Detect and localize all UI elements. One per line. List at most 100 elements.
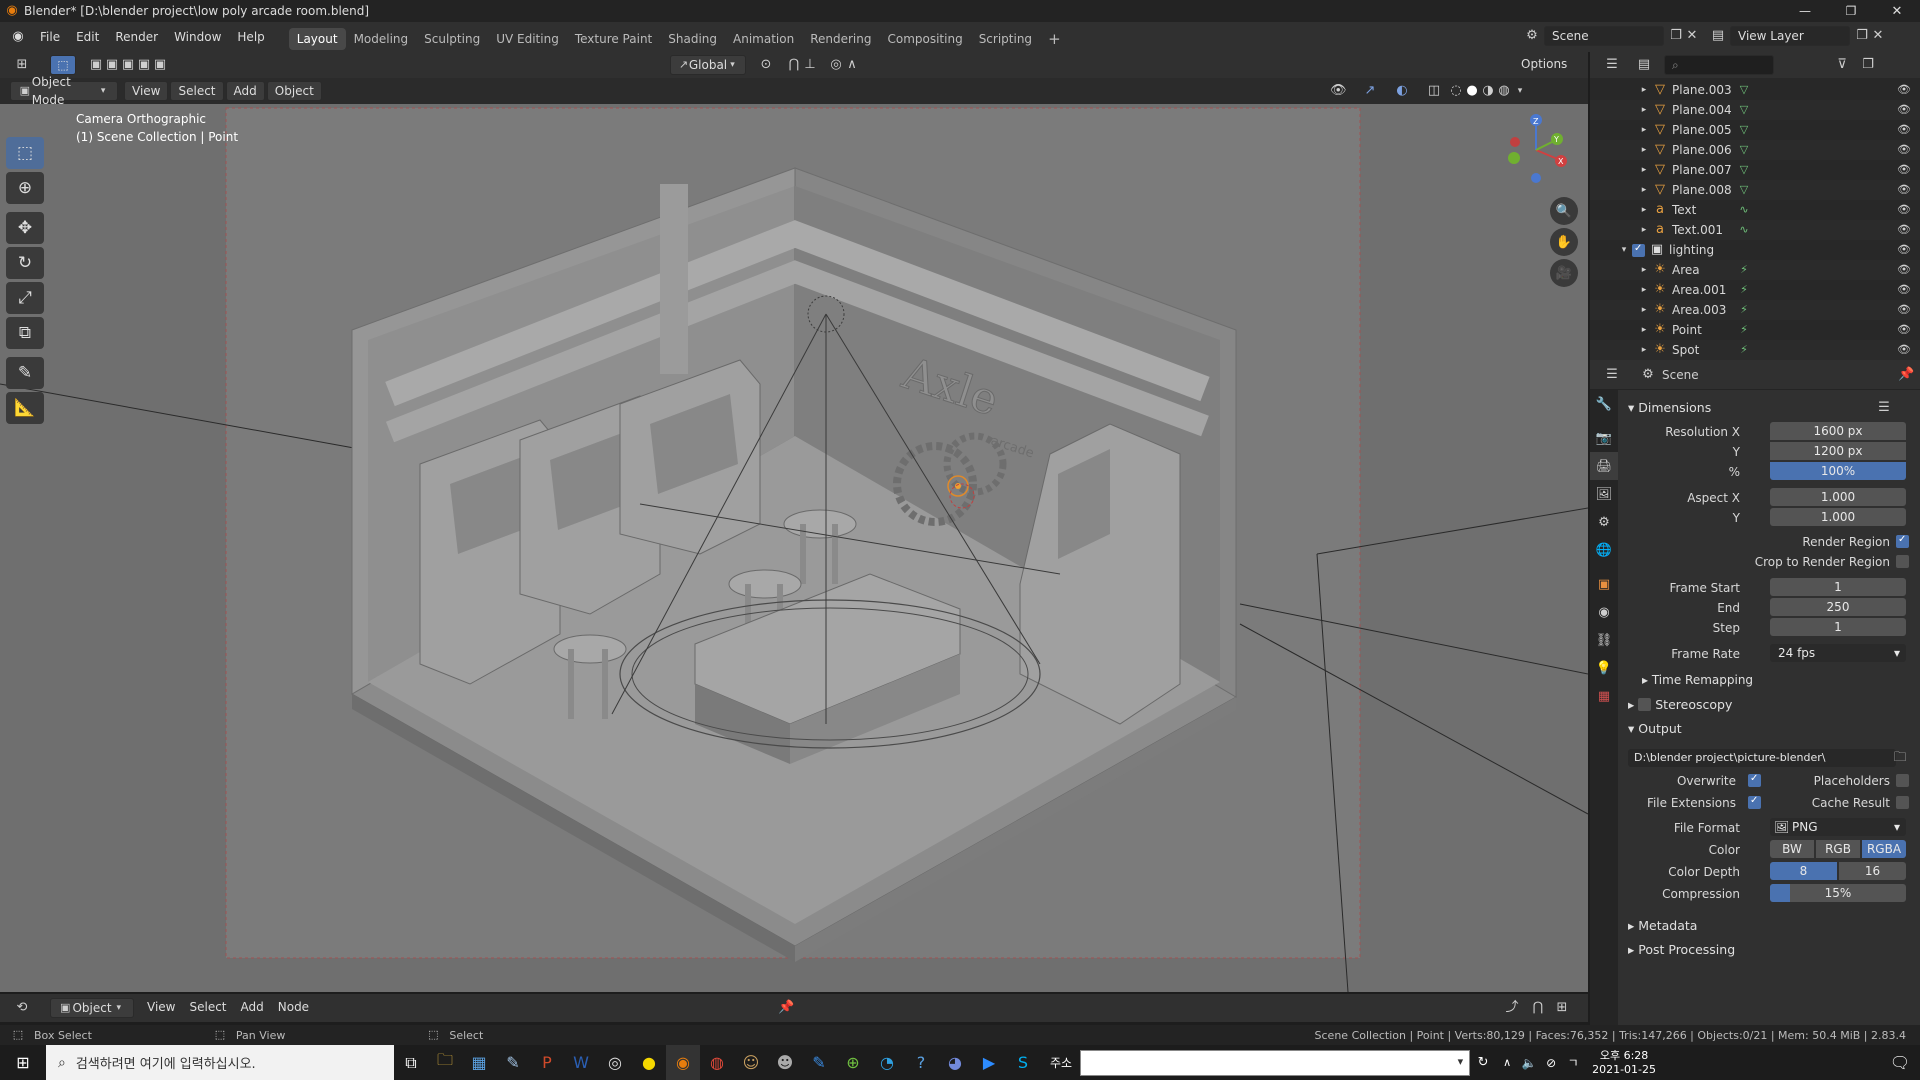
output-tab-icon[interactable]: 🖨 <box>1590 452 1618 480</box>
select-box-tool-icon[interactable]: ⬚ <box>6 137 44 169</box>
color-rgb-button[interactable]: RGB <box>1816 840 1860 858</box>
add-workspace-icon[interactable]: + <box>1040 28 1069 50</box>
resolution-percent-field[interactable]: 100% <box>1770 462 1906 480</box>
transform-orientation-dropdown[interactable]: ↗ Global ▾ <box>670 55 746 75</box>
select-box-mode-icon[interactable]: ▣ <box>88 57 104 73</box>
new-collection-icon[interactable]: ❐ <box>1860 57 1876 73</box>
node-menu-node[interactable]: Node <box>271 998 316 1018</box>
zoom-icon[interactable]: 🔍 <box>1550 197 1578 225</box>
tab-shading[interactable]: Shading <box>660 28 725 50</box>
show-hidden-icons-icon[interactable]: ∧ <box>1496 1045 1518 1080</box>
new-view-layer-icon[interactable]: ❐ <box>1854 28 1870 44</box>
tab-compositing[interactable]: Compositing <box>879 28 970 50</box>
taskbar-search-box[interactable]: ⌕ 검색하려면 여기에 입력하십시오. <box>46 1045 394 1080</box>
move-tool-icon[interactable]: ✥ <box>6 212 44 244</box>
expand-arrow-icon[interactable]: ▸ <box>1636 142 1652 158</box>
options-dropdown[interactable]: Options <box>1514 55 1575 75</box>
stereoscopy-section-header[interactable]: ▸ Stereoscopy <box>1628 697 1732 712</box>
resolution-x-field[interactable]: 1600 px <box>1770 422 1906 440</box>
editor-type-icon[interactable]: ⟲ <box>14 1000 30 1016</box>
select-intersect-mode-icon[interactable]: ▣ <box>152 57 168 73</box>
discord-icon[interactable]: ◕ <box>938 1045 972 1080</box>
windows-start-icon[interactable]: ⊞ <box>0 1045 46 1080</box>
view-layer-tab-icon[interactable]: 🖼 <box>1590 480 1618 508</box>
gizmo-toggle-icon[interactable]: ↗ <box>1362 83 1378 99</box>
cursor-tool-icon[interactable]: ⊕ <box>6 172 44 204</box>
tab-modeling[interactable]: Modeling <box>346 28 417 50</box>
color-bw-button[interactable]: BW <box>1770 840 1814 858</box>
word-icon[interactable]: W <box>564 1045 598 1080</box>
tab-layout[interactable]: Layout <box>288 28 346 50</box>
pin-icon[interactable]: 📌 <box>1898 367 1914 383</box>
color-rgba-button[interactable]: RGBA <box>1862 840 1906 858</box>
shading-options-icon[interactable]: ▾ <box>1512 83 1528 99</box>
blender-menu-icon[interactable]: ◉ <box>10 29 26 45</box>
parent-node-icon[interactable]: ⤴ <box>1504 1000 1520 1016</box>
object-data-icon[interactable]: ▽ <box>1736 102 1752 118</box>
visibility-eye-icon[interactable]: 👁 <box>1896 322 1912 338</box>
expand-arrow-icon[interactable]: ▸ <box>1636 82 1652 98</box>
wireframe-shading-icon[interactable]: ◌ <box>1448 83 1464 99</box>
outliner-search-input[interactable]: ⌕ <box>1664 55 1774 75</box>
expand-arrow-icon[interactable]: ▸ <box>1636 102 1652 118</box>
object-data-icon[interactable]: ∿ <box>1736 202 1752 218</box>
select-extend-mode-icon[interactable]: ▣ <box>104 57 120 73</box>
object-tab-icon[interactable]: ▣ <box>1590 570 1618 598</box>
outliner-item[interactable]: ▸ ▽ Plane.004 ▽ 👁 <box>1590 100 1920 120</box>
object-data-icon[interactable]: ▽ <box>1736 122 1752 138</box>
object-data-icon[interactable]: ▽ <box>1736 82 1752 98</box>
menu-render[interactable]: Render <box>107 22 166 52</box>
visibility-eye-icon[interactable]: 👁 <box>1896 142 1912 158</box>
solid-shading-icon[interactable]: ● <box>1464 83 1480 99</box>
visibility-eye-icon[interactable]: 👁 <box>1896 202 1912 218</box>
display-mode-icon[interactable]: ▤ <box>1636 57 1652 73</box>
restore-icon[interactable]: ❐ <box>1828 0 1874 22</box>
visibility-eye-icon[interactable]: 👁 <box>1896 302 1912 318</box>
scale-tool-icon[interactable]: ⤢ <box>6 282 44 314</box>
collection-exclude-checkbox[interactable] <box>1632 243 1645 257</box>
expand-arrow-icon[interactable]: ▸ <box>1636 322 1652 338</box>
outliner-editor-icon[interactable]: ☰ <box>1604 57 1620 73</box>
scene-tab-icon[interactable]: ⚙ <box>1590 508 1618 536</box>
outliner-item[interactable]: ▸ ☀ Area ⚡ 👁 <box>1590 260 1920 280</box>
visibility-eye-icon[interactable]: 👁 <box>1896 222 1912 238</box>
expand-arrow-icon[interactable]: ▸ <box>1636 262 1652 278</box>
depth-8-button[interactable]: 8 <box>1770 862 1837 880</box>
file-format-dropdown[interactable]: 🖼 PNG ▾ <box>1770 818 1906 836</box>
tab-animation[interactable]: Animation <box>725 28 802 50</box>
pen-app-icon[interactable]: ✎ <box>802 1045 836 1080</box>
character-app-icon[interactable]: ☺ <box>734 1045 768 1080</box>
node-menu-view[interactable]: View <box>140 998 182 1018</box>
tab-scripting[interactable]: Scripting <box>971 28 1040 50</box>
task-view-icon[interactable]: ⧉ <box>394 1045 428 1080</box>
outliner-item[interactable]: ▸ ▽ Plane.005 ▽ 👁 <box>1590 120 1920 140</box>
depth-16-button[interactable]: 16 <box>1839 862 1906 880</box>
menu-window[interactable]: Window <box>166 22 229 52</box>
navigation-gizmo[interactable]: Z Y X <box>1508 114 1567 183</box>
object-data-icon[interactable]: ⚡ <box>1736 262 1752 278</box>
placeholders-checkbox[interactable] <box>1896 774 1909 787</box>
properties-editor-icon[interactable]: ☰ <box>1604 367 1620 383</box>
snap-icon[interactable]: ⋂ <box>786 57 802 73</box>
aspect-y-field[interactable]: 1.000 <box>1770 508 1906 526</box>
expand-arrow-icon[interactable]: ▸ <box>1636 342 1652 358</box>
object-mode-dropdown[interactable]: ▣ Object Mode ▾ <box>10 75 118 107</box>
close-icon[interactable]: ✕ <box>1874 0 1920 22</box>
frame-start-field[interactable]: 1 <box>1770 578 1906 596</box>
3d-viewport[interactable]: Axle arcade Z Y X Camera Orthographic (1… <box>0 104 1588 992</box>
outliner-item[interactable]: ▸ ▽ Plane.006 ▽ 👁 <box>1590 140 1920 160</box>
tool-tab-icon[interactable]: 🔧 <box>1590 390 1618 418</box>
outliner-item[interactable]: ▸ ▽ Plane.008 ▽ 👁 <box>1590 180 1920 200</box>
notifications-icon[interactable]: 🗨 <box>1880 1045 1920 1080</box>
scene-field[interactable]: Scene <box>1544 26 1664 46</box>
stereoscopy-checkbox[interactable] <box>1638 698 1652 711</box>
folder-icon[interactable]: 🗀 <box>1892 750 1908 766</box>
render-tab-icon[interactable]: 📷 <box>1590 424 1618 452</box>
rotate-tool-icon[interactable]: ↻ <box>6 247 44 279</box>
menu-file[interactable]: File <box>32 22 68 52</box>
visibility-eye-icon[interactable]: 👁 <box>1896 82 1912 98</box>
time-remapping-subsection[interactable]: ▸ Time Remapping <box>1642 673 1753 687</box>
minimize-icon[interactable]: — <box>1782 0 1828 22</box>
pivot-point-icon[interactable]: ⊙ <box>758 57 774 73</box>
snap-icon[interactable]: ⋂ <box>1530 1000 1546 1016</box>
